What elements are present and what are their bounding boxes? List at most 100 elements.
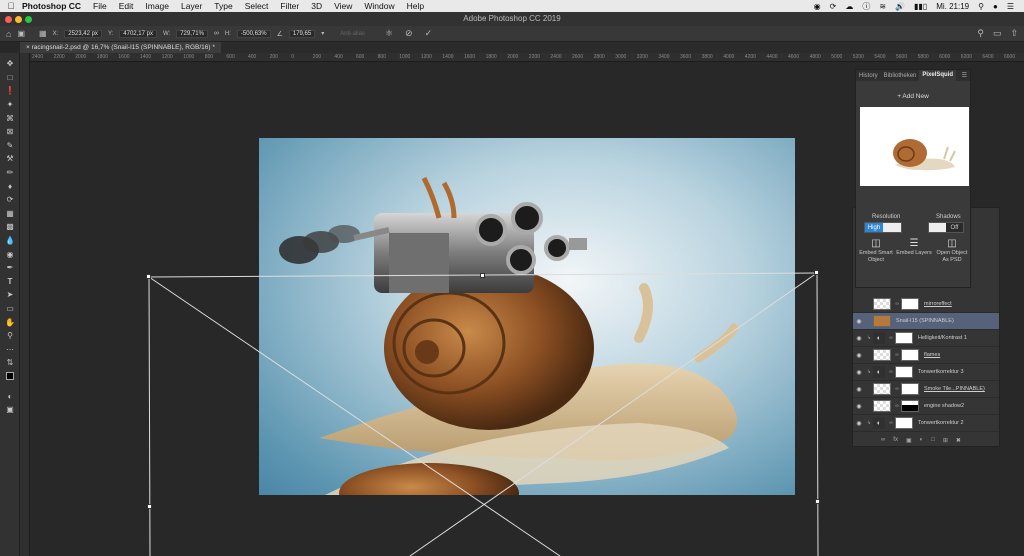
sync-icon[interactable]: ⟳ (830, 2, 837, 11)
marquee-tool-icon[interactable]: □ (0, 71, 20, 85)
menu-image[interactable]: Image (145, 1, 169, 11)
y-position-field[interactable]: 4702,17 px (119, 29, 157, 38)
healing-brush-tool-icon[interactable]: ⚒ (0, 152, 20, 166)
shadows-off-option[interactable]: Off (946, 223, 963, 232)
delete-layer-icon[interactable]: ✖ (956, 437, 961, 444)
menu-layer[interactable]: Layer (181, 1, 202, 11)
layer-mask-thumbnail[interactable] (895, 417, 913, 429)
crop-tool-icon[interactable]: ⌘ (0, 111, 20, 125)
menu-help[interactable]: Help (407, 1, 424, 11)
zoom-window-button[interactable] (25, 16, 32, 23)
quick-mask-icon[interactable]: ◐ (0, 389, 20, 403)
screen-mode-icon[interactable]: ▣ (0, 403, 20, 417)
mask-link-icon[interactable]: ∞ (893, 301, 901, 307)
layer-mask-thumbnail[interactable] (901, 383, 919, 395)
zoom-tool-icon[interactable]: ⚲ (0, 329, 20, 343)
dodge-tool-icon[interactable]: ◉ (0, 247, 20, 261)
workspace-icon[interactable]: ▭ (993, 28, 1002, 39)
move-tool-icon[interactable]: ✥ (0, 57, 20, 71)
layer-row[interactable]: ◉ Snail-I15 (SPINNABLE) (853, 313, 999, 330)
transform-handle[interactable] (815, 499, 820, 504)
cancel-transform-icon[interactable]: ⊘ (405, 28, 413, 39)
add-mask-icon[interactable]: ▣ (906, 437, 912, 444)
visibility-eye-icon[interactable]: ◉ (853, 386, 865, 393)
hand-tool-icon[interactable]: ✋ (0, 315, 20, 329)
rectangle-tool-icon[interactable]: ▭ (0, 302, 20, 316)
home-icon[interactable]: ⌂ (6, 29, 11, 39)
x-position-field[interactable]: 2523,42 px (64, 29, 102, 38)
menu-type[interactable]: Type (214, 1, 232, 11)
blur-tool-icon[interactable]: 💧 (0, 234, 20, 248)
swap-colors-icon[interactable]: ⇅ (0, 356, 20, 370)
link-icon[interactable]: ∞ (214, 30, 219, 37)
new-layer-icon[interactable]: ⊞ (943, 437, 948, 444)
transform-handle[interactable] (147, 504, 152, 509)
gradient-tool-icon[interactable]: ▩ (0, 220, 20, 234)
menu-view[interactable]: View (334, 1, 352, 11)
visibility-eye-icon[interactable]: ◉ (853, 420, 865, 427)
menu-select[interactable]: Select (245, 1, 269, 11)
vertical-ruler[interactable] (20, 53, 30, 556)
share-icon[interactable]: ⇧ (1010, 28, 1018, 39)
add-new-button[interactable]: + Add New (856, 93, 970, 100)
brush-tool-icon[interactable]: ✏ (0, 166, 20, 180)
menu-list-icon[interactable]: ☰ (1007, 2, 1014, 11)
layer-row[interactable]: ◉ ↳ ◐ ∞ Tonwertkorrektur 3 (853, 364, 999, 381)
visibility-eye-icon[interactable]: ◉ (853, 352, 865, 359)
eraser-tool-icon[interactable]: ▦ (0, 207, 20, 221)
group-icon[interactable]: □ (931, 437, 935, 444)
type-tool-icon[interactable]: T (0, 275, 20, 289)
battery-icon[interactable]: ▮▮▯ (914, 2, 927, 11)
eyedropper-tool-icon[interactable]: ✎ (0, 139, 20, 153)
wifi-icon[interactable]: ≋ (879, 2, 886, 11)
horizontal-ruler[interactable]: 2400 2200 2000 1800 1600 1400 1200 1000 800 600 40… (30, 53, 1024, 62)
layer-mask-thumbnail[interactable] (901, 400, 919, 412)
link-layers-icon[interactable]: ∞ (881, 437, 885, 444)
layer-thumbnail[interactable] (873, 383, 891, 395)
reference-point-icon[interactable]: ▦ (39, 29, 47, 38)
layer-row[interactable]: ◉ ∞ Smoke Tile...PINNABLE) (853, 381, 999, 398)
tab-history[interactable]: History (856, 73, 881, 79)
app-menu[interactable]: Photoshop CC (22, 1, 81, 11)
visibility-eye-icon[interactable]: ◉ (853, 403, 865, 410)
mask-link-icon[interactable]: ∞ (887, 335, 895, 341)
menu-edit[interactable]: Edit (119, 1, 134, 11)
user-avatar-icon[interactable]: ● (993, 2, 998, 11)
layer-row[interactable]: ◉ ↳ ◐ ∞ Helligkeit/Kontrast 1 (853, 330, 999, 347)
path-selection-tool-icon[interactable]: ➤ (0, 288, 20, 302)
transform-tool-icon[interactable]: ▣ (17, 29, 25, 38)
minimize-window-button[interactable] (15, 16, 22, 23)
adjustment-icon[interactable]: ◐ (920, 437, 924, 444)
menu-file[interactable]: File (93, 1, 107, 11)
panel-menu-icon[interactable]: ☰ (959, 72, 970, 79)
transform-handle[interactable] (480, 273, 485, 278)
pen-tool-icon[interactable]: ✒ (0, 261, 20, 275)
mask-link-icon[interactable]: ∞ (887, 369, 895, 375)
frame-tool-icon[interactable]: ⊠ (0, 125, 20, 139)
layer-mask-thumbnail[interactable] (901, 298, 919, 310)
adjustment-layer-icon[interactable]: ◐ (873, 417, 885, 429)
shadows-toggle[interactable]: Off (928, 222, 964, 233)
embed-layers-button[interactable]: ☰ Embed Layers (896, 239, 932, 257)
visibility-eye-icon[interactable]: ◉ (853, 318, 865, 325)
lasso-tool-icon[interactable]: ❗ (0, 84, 20, 98)
apple-icon[interactable]:  (0, 1, 22, 11)
tab-libraries[interactable]: Bibliotheken (881, 73, 920, 79)
open-object-as-psd-button[interactable]: ◫ Open Object As PSD (934, 239, 970, 264)
mask-link-icon[interactable]: ∞ (887, 420, 895, 426)
document-tab[interactable]: × racingsnail-2.psd @ 16,7% (Snail-I15 (… (20, 42, 221, 53)
layer-thumbnail[interactable] (873, 315, 891, 327)
layer-thumbnail[interactable] (873, 298, 891, 310)
embed-smart-object-button[interactable]: ◫ Embed Smart Object (858, 239, 894, 264)
warp-mode-icon[interactable]: ⚛ (385, 28, 393, 39)
transform-handle[interactable] (814, 270, 819, 275)
mask-link-icon[interactable]: ∞ (893, 386, 901, 392)
layer-mask-thumbnail[interactable] (901, 349, 919, 361)
fx-icon[interactable]: fx (893, 437, 898, 444)
document-canvas[interactable] (259, 138, 795, 495)
visibility-eye-icon[interactable]: ◉ (853, 369, 865, 376)
more-tools-icon[interactable]: ⋯ (0, 342, 20, 356)
adjustment-layer-icon[interactable]: ◐ (873, 366, 885, 378)
clone-stamp-tool-icon[interactable]: ♦ (0, 179, 20, 193)
quick-select-tool-icon[interactable]: ✦ (0, 98, 20, 112)
